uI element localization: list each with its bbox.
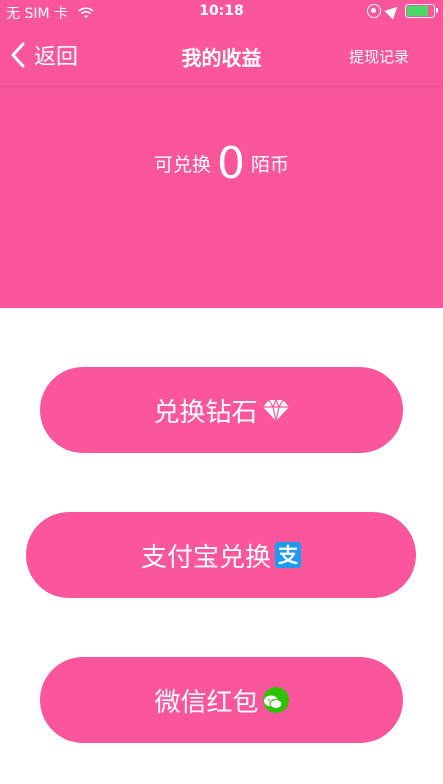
alipay-exchange-button[interactable]: 支付宝兑换 支 [26, 512, 416, 598]
battery-icon [405, 4, 438, 18]
wechat-icon [262, 687, 289, 713]
alipay-icon: 支 [275, 542, 301, 568]
exchange-diamond-button[interactable]: 兑换钻石 [40, 367, 403, 453]
balance-summary: 可兑换 0 陌币 [0, 138, 443, 189]
location-icon [384, 2, 402, 20]
rotation-lock-icon [367, 4, 381, 18]
nav-bar: 返回 我的收益 提现记录 [0, 24, 443, 86]
status-bar: 无 SIM 卡 10:18 [0, 0, 443, 24]
wechat-redpacket-label: 微信红包 [154, 687, 259, 718]
withdraw-record-link[interactable]: 提现记录 [349, 46, 409, 67]
balance-unit: 陌币 [251, 154, 290, 176]
diamond-icon [262, 398, 289, 422]
back-label: 返回 [34, 45, 79, 70]
wechat-redpacket-button[interactable]: 微信红包 [40, 657, 403, 743]
back-button[interactable]: 返回 [10, 40, 78, 70]
chevron-left-icon [11, 42, 25, 68]
exchange-diamond-label: 兑换钻石 [153, 397, 258, 428]
alipay-exchange-label: 支付宝兑换 [140, 542, 271, 573]
balance-prefix: 可兑换 [153, 154, 211, 176]
earnings-header: 无 SIM 卡 10:18 返回 我的收益 提现记录 可兑换 0 陌币 [0, 0, 443, 308]
nav-divider [0, 86, 443, 87]
balance-value: 0 [217, 138, 245, 189]
status-right [367, 2, 438, 20]
